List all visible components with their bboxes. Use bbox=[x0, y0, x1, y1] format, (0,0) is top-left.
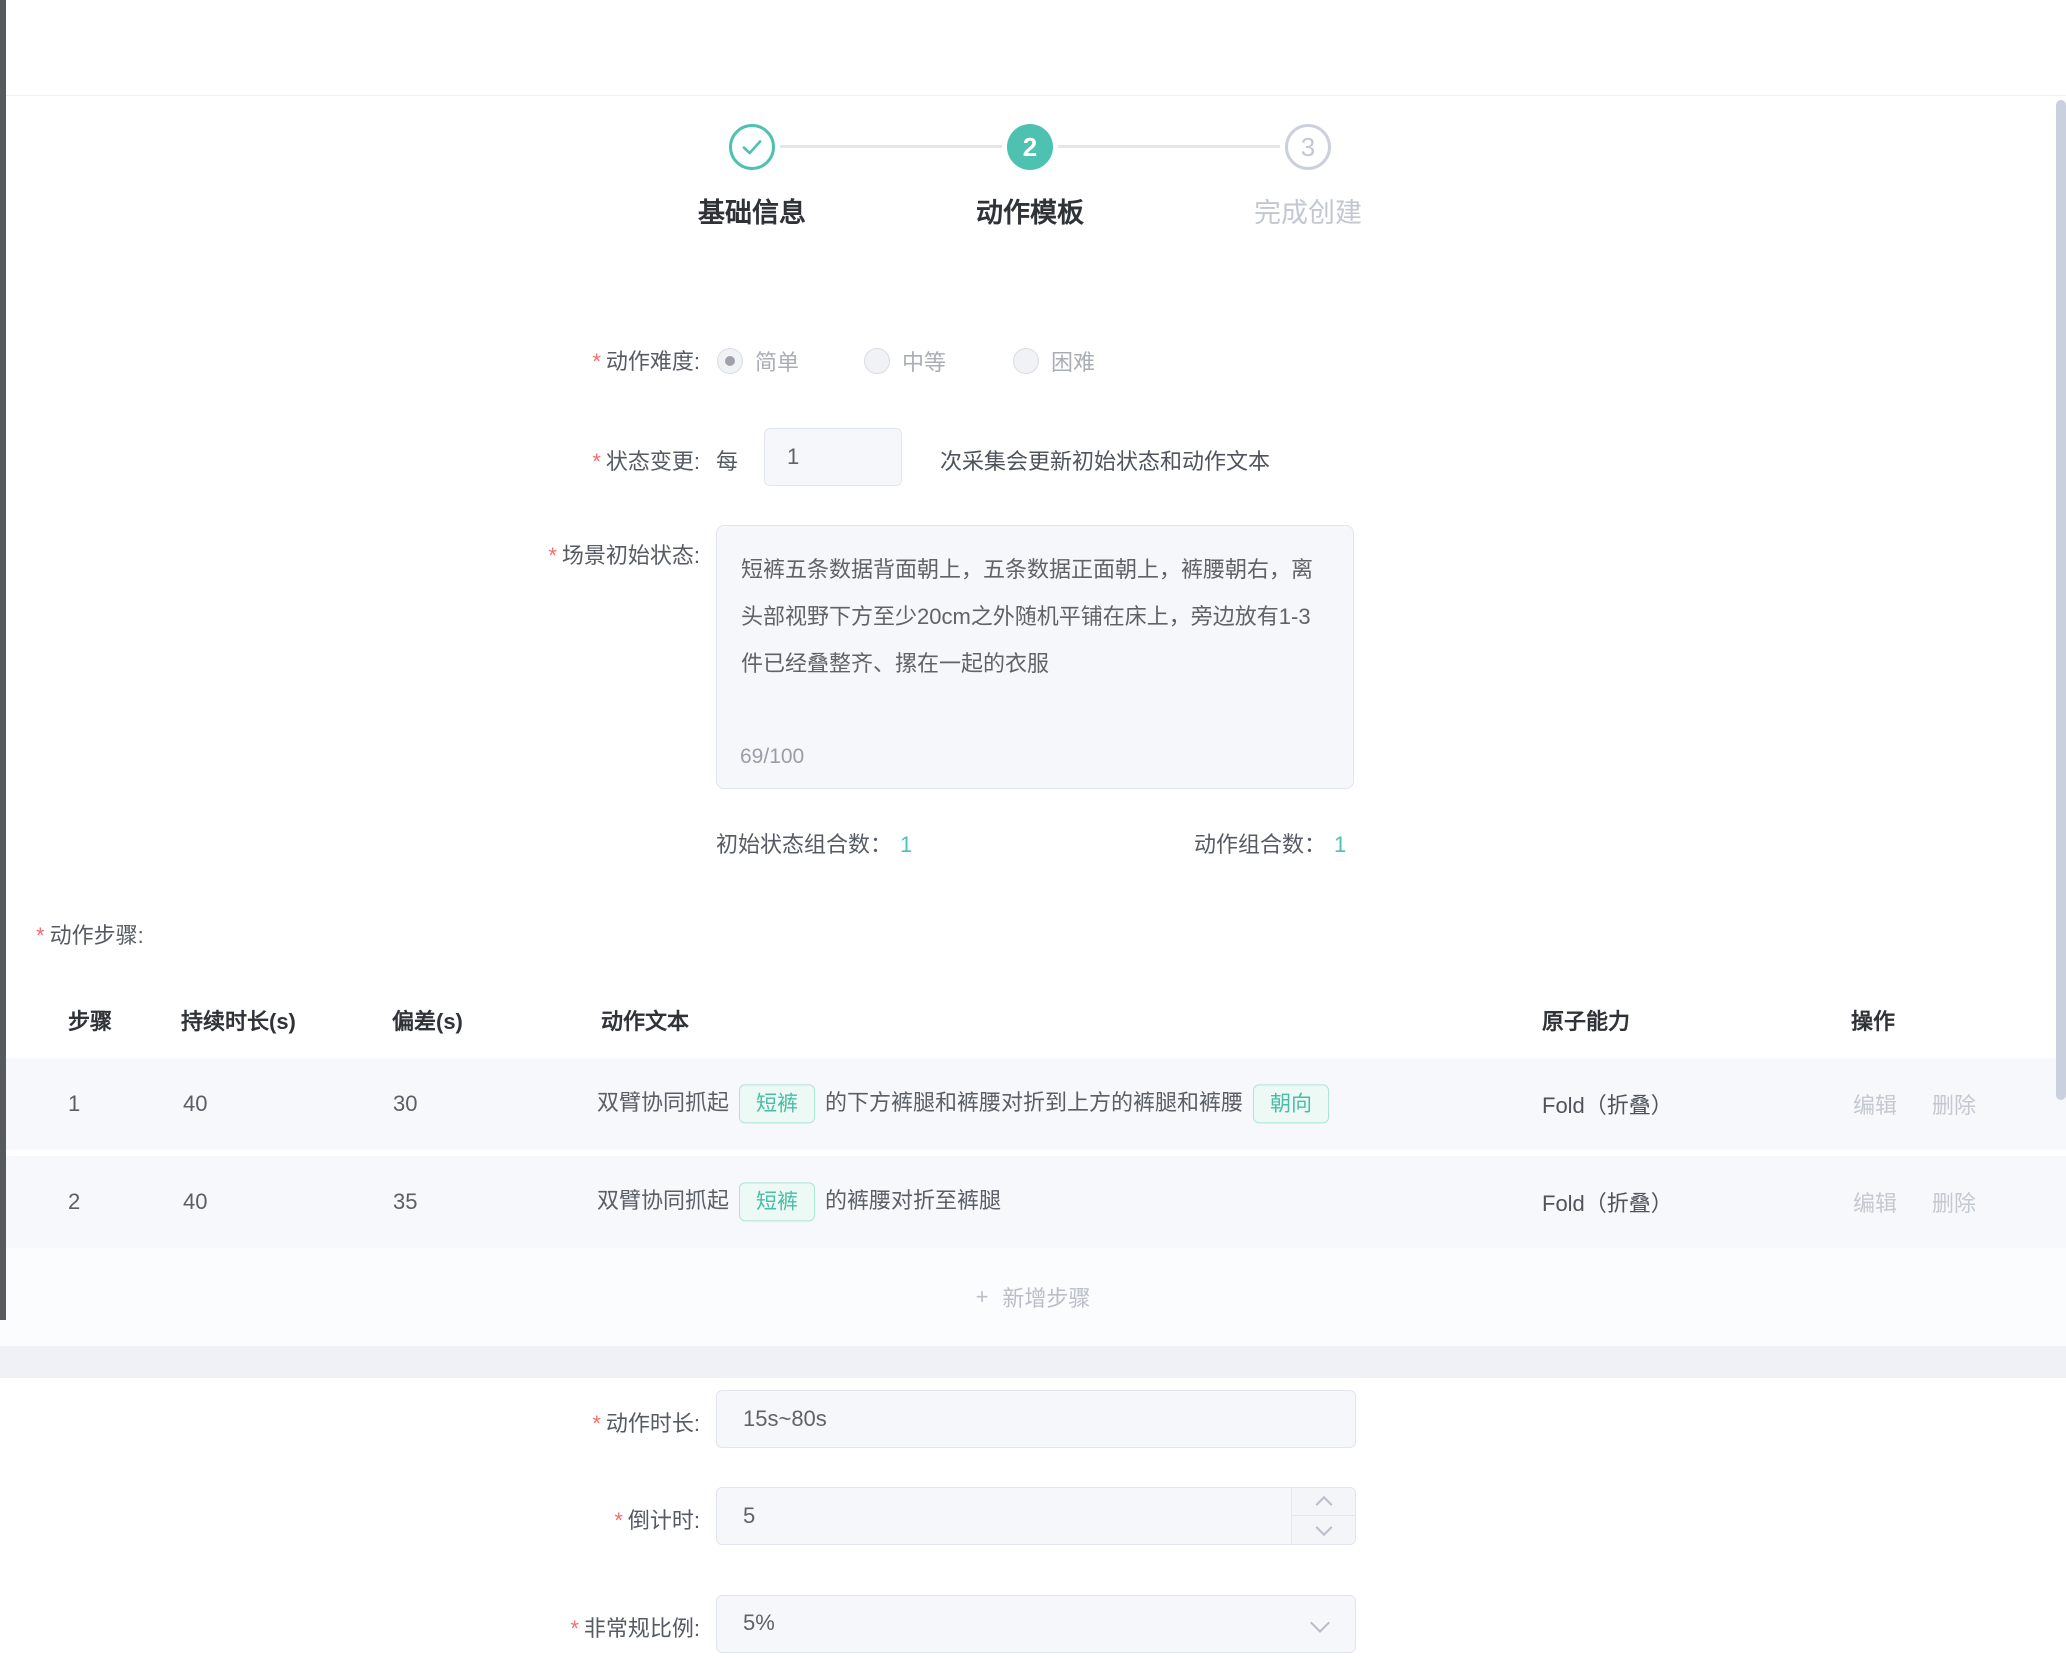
radio-label: 困难 bbox=[1051, 345, 1095, 377]
add-step-button[interactable]: + 新增步骤 bbox=[0, 1248, 2066, 1346]
required-marker: * bbox=[592, 349, 601, 374]
table-row: 2 40 35 双臂协同抓起短裤的裤腰对折至裤腿 Fold（折叠） 编辑 删除 bbox=[0, 1156, 2066, 1248]
countdown-stepper bbox=[716, 1487, 1356, 1545]
cell-deviation: 35 bbox=[393, 1189, 417, 1215]
initial-combo-value: 1 bbox=[900, 832, 912, 857]
col-actions: 操作 bbox=[1851, 1004, 1895, 1036]
char-counter: 69/100 bbox=[740, 745, 804, 769]
dialog-header bbox=[0, 0, 2066, 96]
stepper-connector bbox=[780, 145, 1002, 148]
decrement-button[interactable] bbox=[1292, 1516, 1355, 1544]
plus-icon: + bbox=[976, 1284, 989, 1310]
cell-step: 1 bbox=[68, 1091, 80, 1117]
state-change-input[interactable] bbox=[764, 428, 902, 486]
unusual-ratio-select[interactable]: 5% bbox=[716, 1595, 1356, 1653]
step-3-label: 完成创建 bbox=[1198, 191, 1418, 230]
radio-option-hard[interactable]: 困难 bbox=[1013, 345, 1095, 377]
countdown-input[interactable] bbox=[716, 1487, 1356, 1545]
chevron-down-icon bbox=[1310, 1613, 1330, 1633]
edit-link[interactable]: 编辑 bbox=[1853, 1186, 1897, 1218]
delete-link[interactable]: 删除 bbox=[1932, 1088, 1976, 1120]
col-duration: 持续时长(s) bbox=[181, 1004, 296, 1036]
step-1-label: 基础信息 bbox=[642, 191, 862, 230]
table-row: 1 40 30 双臂协同抓起短裤的下方裤腿和裤腰对折到上方的裤腿和裤腰朝向 Fo… bbox=[0, 1058, 2066, 1150]
radio-icon bbox=[864, 348, 890, 374]
radio-option-easy[interactable]: 简单 bbox=[717, 345, 799, 377]
countdown-label: *倒计时: bbox=[380, 1503, 700, 1535]
scrollbar-thumb[interactable] bbox=[2056, 100, 2066, 1100]
cell-capability: Fold（折叠） bbox=[1542, 1186, 1673, 1218]
step-3-circle[interactable]: 3 bbox=[1285, 124, 1331, 170]
state-change-prefix: 每 bbox=[716, 444, 738, 476]
scene-state-textarea[interactable]: 短裤五条数据背面朝上，五条数据正面朝上，裤腰朝右，离头部视野下方至少20cm之外… bbox=[716, 525, 1354, 789]
duration-label: *动作时长: bbox=[380, 1406, 700, 1438]
table-footer-band bbox=[0, 1346, 2066, 1378]
stepper-connector bbox=[1058, 145, 1280, 148]
col-capability: 原子能力 bbox=[1542, 1004, 1630, 1036]
col-deviation: 偏差(s) bbox=[392, 1004, 463, 1036]
cell-deviation: 30 bbox=[393, 1091, 417, 1117]
object-tag: 短裤 bbox=[739, 1084, 815, 1123]
cell-duration: 40 bbox=[183, 1189, 207, 1215]
difficulty-label: *动作难度: bbox=[380, 344, 700, 376]
step-2-circle[interactable]: 2 bbox=[1007, 124, 1053, 170]
cell-action-text: 双臂协同抓起短裤的裤腰对折至裤腿 bbox=[597, 1182, 1001, 1221]
add-step-label: 新增步骤 bbox=[1002, 1281, 1090, 1313]
window-edge bbox=[0, 0, 6, 1320]
scene-state-label: *场景初始状态: bbox=[380, 538, 700, 570]
spinner bbox=[1291, 1488, 1355, 1544]
arrow-down-icon bbox=[1316, 1519, 1333, 1536]
action-combo-value: 1 bbox=[1334, 832, 1346, 857]
action-steps-label: *动作步骤: bbox=[36, 918, 144, 950]
state-change-suffix: 次采集会更新初始状态和动作文本 bbox=[940, 444, 1270, 476]
col-text: 动作文本 bbox=[601, 1004, 689, 1036]
check-icon bbox=[738, 133, 766, 161]
unusual-ratio-label: *非常规比例: bbox=[380, 1611, 700, 1643]
table-header: 步骤 持续时长(s) 偏差(s) 动作文本 原子能力 操作 bbox=[0, 980, 2066, 1056]
radio-label: 简单 bbox=[755, 345, 799, 377]
select-value: 5% bbox=[743, 1610, 775, 1636]
edit-link[interactable]: 编辑 bbox=[1853, 1088, 1897, 1120]
orientation-tag: 朝向 bbox=[1253, 1084, 1329, 1123]
col-step: 步骤 bbox=[68, 1004, 112, 1036]
initial-combo-count: 初始状态组合数：1 bbox=[716, 827, 912, 859]
step-2-label: 动作模板 bbox=[920, 191, 1140, 230]
step-1-circle[interactable] bbox=[729, 124, 775, 170]
radio-label: 中等 bbox=[902, 345, 946, 377]
cell-action-text: 双臂协同抓起短裤的下方裤腿和裤腰对折到上方的裤腿和裤腰朝向 bbox=[597, 1084, 1339, 1123]
action-combo-count: 动作组合数：1 bbox=[1194, 827, 1346, 859]
radio-option-medium[interactable]: 中等 bbox=[864, 345, 946, 377]
arrow-up-icon bbox=[1316, 1495, 1333, 1512]
cell-step: 2 bbox=[68, 1189, 80, 1215]
duration-input[interactable] bbox=[716, 1390, 1356, 1448]
increment-button[interactable] bbox=[1292, 1488, 1355, 1516]
state-change-label: *状态变更: bbox=[380, 444, 700, 476]
radio-icon bbox=[1013, 348, 1039, 374]
cell-duration: 40 bbox=[183, 1091, 207, 1117]
radio-icon bbox=[717, 348, 743, 374]
object-tag: 短裤 bbox=[739, 1182, 815, 1221]
delete-link[interactable]: 删除 bbox=[1932, 1186, 1976, 1218]
cell-capability: Fold（折叠） bbox=[1542, 1088, 1673, 1120]
